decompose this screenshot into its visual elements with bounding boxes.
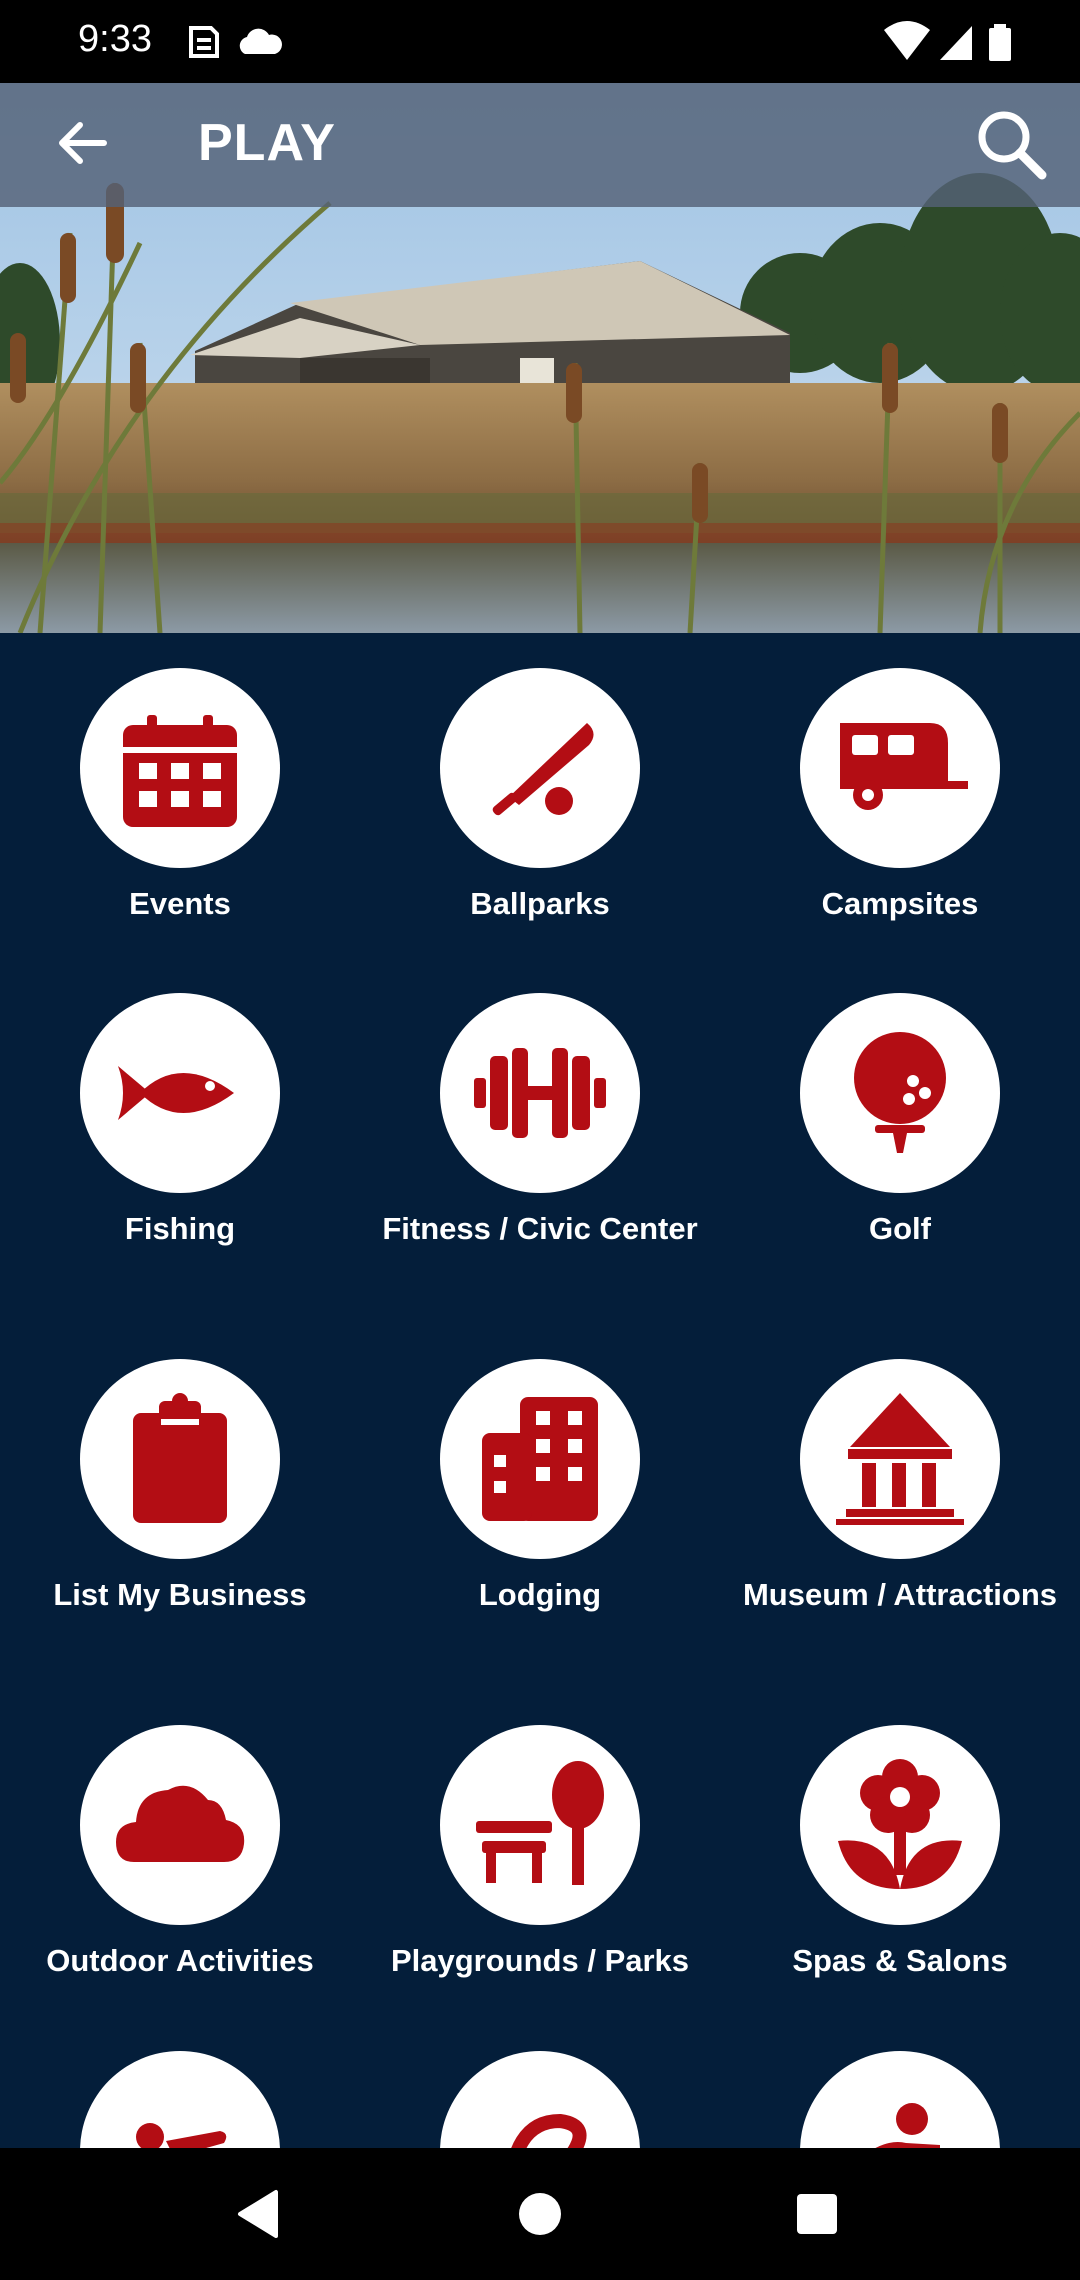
cloud-icon — [116, 1785, 245, 1862]
tile-label: Playgrounds / Parks — [390, 1943, 690, 1978]
status-right-icons — [882, 18, 1032, 71]
tile-circle — [800, 993, 1000, 1193]
calendar-icon — [123, 715, 237, 827]
baseball-bat-icon — [492, 723, 594, 816]
system-nav-bar — [0, 2148, 1080, 2280]
tile-label: Fitness / Civic Center — [382, 1211, 698, 1246]
tile-spas-salons[interactable]: Spas & Salons — [720, 1725, 1080, 1981]
tile-label: List My Business — [53, 1577, 307, 1612]
search-icon — [978, 111, 1047, 180]
flower-icon — [838, 1759, 962, 1889]
tile-lodging[interactable]: Lodging — [360, 1359, 720, 1615]
dumbbell-icon — [474, 1048, 606, 1138]
tile-fishing[interactable]: Fishing — [0, 993, 360, 1249]
tile-label: Lodging — [478, 1577, 602, 1612]
tile-row5-3[interactable] — [720, 2051, 1080, 2148]
tile-circle — [80, 1359, 280, 1559]
tile-row5-1[interactable] — [0, 2051, 360, 2148]
tile-circle — [800, 2051, 1000, 2148]
tile-label: Golf — [869, 1211, 931, 1246]
tile-events[interactable]: Events — [0, 668, 360, 924]
signal-icon — [940, 26, 972, 60]
golf-ball-icon — [854, 1032, 946, 1153]
tile-list-my-business[interactable]: List My Business — [0, 1359, 360, 1615]
battery-icon — [989, 24, 1011, 61]
tile-label: Campsites — [821, 886, 979, 921]
swimmer-icon — [136, 2123, 227, 2148]
tile-label: Outdoor Activities — [46, 1943, 314, 1978]
category-grid: Events Ballparks Campsites Fishing Fitne… — [0, 633, 1080, 2148]
sim-icon — [189, 26, 219, 58]
nav-home-icon — [519, 2193, 561, 2235]
tile-golf[interactable]: Golf — [720, 993, 1080, 1249]
tile-label: Fishing — [124, 1211, 236, 1246]
tile-circle — [80, 668, 280, 868]
tile-label: Museum / Attractions — [742, 1577, 1058, 1612]
camper-icon — [840, 723, 968, 810]
ribbon-icon — [511, 2113, 587, 2148]
tile-circle — [440, 2051, 640, 2148]
person-icon — [875, 2103, 940, 2148]
clipboard-icon — [133, 1393, 227, 1523]
status-time: 9:33 — [78, 18, 152, 60]
arrow-left-icon — [59, 122, 107, 164]
tile-circle — [800, 1725, 1000, 1925]
tile-label: Ballparks — [470, 886, 610, 921]
nav-home-button[interactable] — [504, 2178, 576, 2250]
tile-circle — [440, 1359, 640, 1559]
tile-circle — [80, 2051, 280, 2148]
tile-circle — [440, 668, 640, 868]
tile-outdoor-activities[interactable]: Outdoor Activities — [0, 1725, 360, 1981]
tile-campsites[interactable]: Campsites — [720, 668, 1080, 924]
tile-playgrounds-parks[interactable]: Playgrounds / Parks — [360, 1725, 720, 1981]
nav-recents-button[interactable] — [781, 2178, 853, 2250]
tile-circle — [800, 668, 1000, 868]
building-icon — [482, 1397, 598, 1521]
page-title: PLAY — [198, 114, 336, 172]
nav-recents-icon — [797, 2194, 837, 2234]
status-bar: 9:33 — [0, 0, 1080, 83]
park-bench-icon — [476, 1761, 604, 1885]
tile-label: Events — [129, 886, 231, 921]
tile-label: Spas & Salons — [792, 1943, 1008, 1978]
app-bar: PLAY — [0, 83, 1080, 207]
tile-circle — [80, 993, 280, 1193]
tile-circle — [440, 993, 640, 1193]
tile-row5-2[interactable] — [360, 2051, 720, 2148]
tile-circle — [440, 1725, 640, 1925]
nav-back-button[interactable] — [222, 2178, 294, 2250]
museum-icon — [836, 1393, 964, 1525]
tile-museum[interactable]: Museum / Attractions — [720, 1359, 1080, 1615]
tile-circle — [800, 1359, 1000, 1559]
tile-ballparks[interactable]: Ballparks — [360, 668, 720, 924]
nav-back-icon — [238, 2190, 278, 2238]
cloud-icon — [239, 28, 282, 54]
wifi-icon — [884, 21, 930, 60]
back-button[interactable] — [44, 105, 124, 185]
tile-fitness[interactable]: Fitness / Civic Center — [360, 993, 720, 1249]
fish-icon — [118, 1066, 234, 1120]
search-button[interactable] — [968, 101, 1054, 187]
tile-circle — [80, 1725, 280, 1925]
status-left-icons — [185, 20, 295, 69]
